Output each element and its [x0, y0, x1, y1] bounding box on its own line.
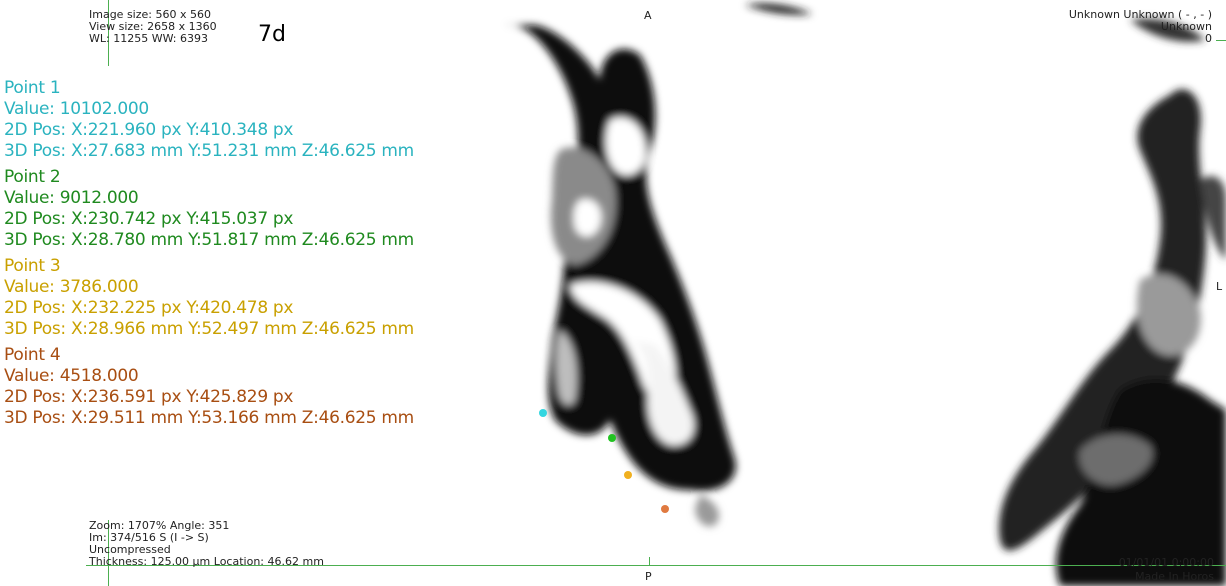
point-2-info: Point 2 Value: 9012.000 2D Pos: X:230.74… — [4, 167, 414, 251]
right-tick-mark — [1216, 40, 1226, 41]
datetime-text: 01/01/01 0:00:00 — [1118, 556, 1214, 569]
point-4-marker[interactable] — [661, 505, 669, 513]
point-3-marker[interactable] — [624, 471, 632, 479]
point-3-3d-pos: 3D Pos: X:28.966 mm Y:52.497 mm Z:46.625… — [4, 319, 414, 339]
point-2-3d-pos: 3D Pos: X:28.780 mm Y:51.817 mm Z:46.625… — [4, 230, 414, 250]
point-4-value: Value: 4518.000 — [4, 366, 139, 386]
image-viewer[interactable]: Image size: 560 x 560 View size: 2658 x … — [0, 0, 1226, 586]
point-2-value: Value: 9012.000 — [4, 188, 139, 208]
point-1-3d-pos: 3D Pos: X:27.683 mm Y:51.231 mm Z:46.625… — [4, 141, 414, 161]
bone-structure-right — [999, 18, 1226, 586]
patient-info-top-right: Unknown Unknown ( - , - ) Unknown 0 — [1069, 9, 1212, 45]
image-info-top-left: Image size: 560 x 560 View size: 2658 x … — [89, 9, 217, 45]
point-3-title: Point 3 — [4, 256, 61, 276]
patient-line3-text: 0 — [1205, 32, 1212, 45]
point-4-2d-pos: 2D Pos: X:236.591 px Y:425.829 px — [4, 387, 294, 407]
window-level-text: WL: 11255 WW: 6393 — [89, 32, 209, 45]
point-1-title: Point 1 — [4, 78, 61, 98]
bone-structure-left — [505, 3, 812, 527]
point-4-title: Point 4 — [4, 345, 61, 365]
point-2-2d-pos: 2D Pos: X:230.742 px Y:415.037 px — [4, 209, 294, 229]
point-measurements: Point 1 Value: 10102.000 2D Pos: X:221.9… — [4, 78, 414, 434]
image-info-bottom-right: 01/01/01 0:00:00 Made In Horos — [1119, 556, 1214, 584]
point-2-marker[interactable] — [608, 434, 616, 442]
point-3-value: Value: 3786.000 — [4, 277, 139, 297]
orientation-right-label: L — [1216, 280, 1223, 293]
image-info-bottom-left: Zoom: 1707% Angle: 351 Im: 374/516 S (I … — [89, 520, 324, 568]
thickness-location-text: Thickness: 125.00 µm Location: 46.62 mm — [89, 555, 324, 568]
orientation-bottom-label: P — [645, 570, 652, 583]
point-3-2d-pos: 2D Pos: X:232.225 px Y:420.478 px — [4, 298, 294, 318]
point-2-title: Point 2 — [4, 167, 61, 187]
figure-tag: 7d — [258, 22, 286, 47]
credit-text: Made In Horos — [1135, 570, 1214, 583]
patient-line2-text: Unknown — [1160, 20, 1212, 33]
point-4-info: Point 4 Value: 4518.000 2D Pos: X:236.59… — [4, 345, 414, 429]
point-1-marker[interactable] — [539, 409, 547, 417]
point-1-2d-pos: 2D Pos: X:221.960 px Y:410.348 px — [4, 120, 294, 140]
point-4-3d-pos: 3D Pos: X:29.511 mm Y:53.166 mm Z:46.625… — [4, 408, 414, 428]
point-3-info: Point 3 Value: 3786.000 2D Pos: X:232.22… — [4, 256, 414, 340]
orientation-top-label: A — [644, 9, 652, 22]
point-1-value: Value: 10102.000 — [4, 99, 149, 119]
point-1-info: Point 1 Value: 10102.000 2D Pos: X:221.9… — [4, 78, 414, 162]
bottom-tick-mark — [649, 557, 650, 566]
